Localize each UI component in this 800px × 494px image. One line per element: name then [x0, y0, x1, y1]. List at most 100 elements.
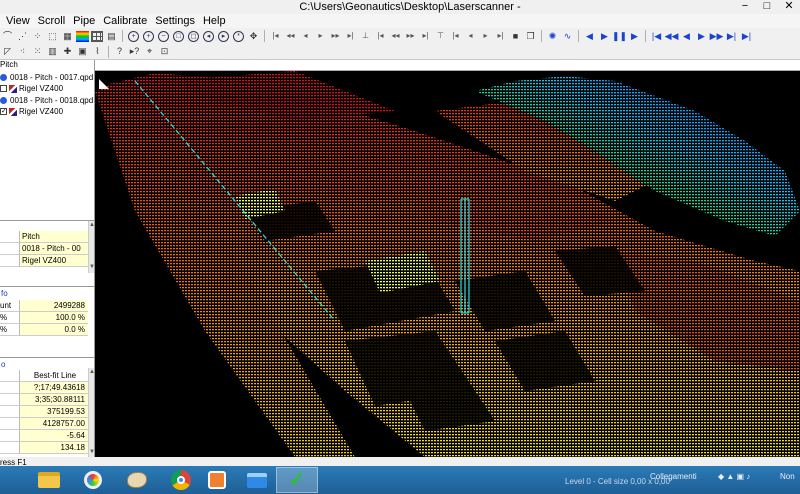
point-cloud-canvas[interactable] [95, 71, 800, 457]
info-header: fo [1, 289, 8, 298]
taskbar-validator[interactable]: ✓ [276, 467, 318, 493]
prev-line-icon[interactable]: ◂ [464, 30, 477, 43]
last-line-icon[interactable]: ▸| [494, 30, 507, 43]
cell-size-info: Level 0 - Cell size 0,00 x 0,00 [565, 477, 670, 486]
skip-back-icon[interactable]: ◀◀ [665, 30, 679, 43]
tree-item-label: Rigel VZ400 [19, 84, 64, 93]
play-forward-icon[interactable]: ▶ [598, 30, 611, 43]
fill-icon[interactable]: ▦ [61, 30, 74, 43]
close-button[interactable]: ✕ [778, 0, 800, 14]
vertical-section-icon[interactable]: ⊤ [434, 30, 447, 43]
skip-prev-icon[interactable]: ◀ [680, 30, 693, 43]
language-indicator[interactable]: Non [780, 472, 795, 481]
maximize-button[interactable]: □ [756, 0, 778, 14]
zoom-icon[interactable]: + [128, 30, 139, 42]
measure-icon[interactable]: ⋰ [16, 30, 29, 43]
adjust-icon[interactable]: ✚ [61, 45, 74, 58]
region-icon[interactable]: ⊡ [158, 45, 171, 58]
zoom-window-icon[interactable]: □ [173, 30, 184, 42]
longitude-value: 3;35;30.88111 [20, 394, 88, 406]
last-scan-icon[interactable]: ▸| [344, 30, 357, 43]
props-scanner-value[interactable]: Rigel VZ400 [20, 255, 88, 267]
polyline-icon[interactable]: ⌒ [1, 30, 14, 43]
crosshair-icon[interactable]: ⌖ [143, 45, 156, 58]
taskbar-paint[interactable] [116, 467, 158, 493]
app-icon [208, 471, 226, 489]
first-scan-icon[interactable]: |◂ [269, 30, 282, 43]
selection-icon[interactable]: ⬚ [46, 30, 59, 43]
line-graph-icon[interactable]: ∿ [561, 30, 574, 43]
menu-help[interactable]: Help [199, 14, 230, 28]
rewind-icon[interactable]: ◂◂ [284, 30, 297, 43]
skip-next-icon[interactable]: ▶ [695, 30, 708, 43]
taskbar-explorer[interactable] [28, 467, 70, 493]
prev-scan-icon[interactable]: ◂ [299, 30, 312, 43]
skip-forward-icon[interactable]: ▶▶ [710, 30, 724, 43]
zoom-previous-icon[interactable]: ◂ [203, 30, 214, 42]
elevation-value: -5.64 [20, 430, 88, 442]
next-scan-icon[interactable]: ▸▸ [329, 30, 342, 43]
forward-2-icon[interactable]: ▸▸ [404, 30, 417, 43]
point-cloud-viewport[interactable] [95, 71, 800, 457]
tree-item-label: Rigel VZ400 [19, 107, 64, 116]
tree-item-dataset-0017[interactable]: 0018 - Pitch - 0017.qpd [0, 72, 93, 83]
play-icon[interactable]: ▸ [314, 30, 327, 43]
props-type-value[interactable]: Pitch [20, 231, 88, 243]
frame-icon[interactable]: ▣ [76, 45, 89, 58]
taskbar-app-5[interactable] [196, 467, 238, 493]
tree-item-scanner-0017[interactable]: Rigel VZ400 [0, 83, 63, 94]
stop-icon[interactable]: ■ [509, 30, 522, 43]
network-icon[interactable]: ✺ [546, 30, 559, 43]
first-line-icon[interactable]: |◂ [449, 30, 462, 43]
step-forward-icon[interactable]: ▸| [419, 30, 432, 43]
menu-calibrate[interactable]: Calibrate [99, 14, 151, 28]
step-back-icon[interactable]: |◂ [374, 30, 387, 43]
tree-item-scanner-0018[interactable]: ✓ Rigel VZ400 [0, 106, 63, 117]
menu-view[interactable]: View [0, 14, 34, 28]
skip-end-icon[interactable]: ▶| [740, 30, 753, 43]
scatter-icon[interactable]: ⁖ [16, 45, 29, 58]
visibility-checkbox[interactable] [0, 85, 7, 92]
tree-item-dataset-0018[interactable]: 0018 - Pitch - 0018.qpd [0, 95, 93, 106]
menu-settings[interactable]: Settings [151, 14, 199, 28]
taskbar-app-6[interactable] [236, 467, 278, 493]
zoom-all-icon[interactable]: * [233, 30, 244, 42]
grid-icon[interactable] [91, 30, 103, 42]
profile-icon[interactable]: ⊥ [359, 30, 372, 43]
menu-pipe[interactable]: Pipe [69, 14, 99, 28]
next-line-icon[interactable]: ▸ [479, 30, 492, 43]
pause-icon[interactable]: ❚❚ [612, 30, 627, 43]
zoom-extents-icon[interactable]: ◻ [188, 30, 199, 42]
minimize-button[interactable]: − [734, 0, 756, 14]
props-row: Rigel VZ400 [0, 255, 88, 267]
tray-icons[interactable]: ◆ ▲ ▣ ♪ [718, 472, 750, 481]
best-fit-scrollbar[interactable]: ▲ ▼ [88, 368, 94, 457]
context-help-icon[interactable]: ▸? [128, 45, 141, 58]
skip-last-icon[interactable]: ▶| [725, 30, 738, 43]
pan-icon[interactable]: ✥ [247, 30, 260, 43]
zoom-out-icon[interactable]: − [158, 30, 169, 42]
zoom-next-icon[interactable]: ▸ [218, 30, 229, 42]
lock-icon[interactable]: ▥ [46, 45, 59, 58]
select-points-icon[interactable]: ⁙ [31, 45, 44, 58]
curve-icon[interactable]: ⌇ [91, 45, 104, 58]
help-icon[interactable]: ? [113, 45, 126, 58]
visibility-checkbox-checked[interactable]: ✓ [0, 108, 7, 115]
points-icon[interactable]: ⁘ [31, 30, 44, 43]
chrome-icon [171, 470, 191, 490]
zoom-in-icon[interactable]: + [143, 30, 154, 42]
slope-icon[interactable]: ◸ [1, 45, 14, 58]
project-panel: Pitch 0018 - Pitch - 0017.qpd Rigel VZ40… [0, 60, 95, 457]
play-forward-2-icon[interactable]: ▶ [628, 30, 641, 43]
props-file-value[interactable]: 0018 - Pitch - 00 [20, 243, 88, 255]
table-icon[interactable]: ▤ [105, 30, 118, 43]
menu-bar: View Scroll Pipe Calibrate Settings Help [0, 14, 800, 28]
menu-scroll[interactable]: Scroll [34, 14, 70, 28]
skip-first-icon[interactable]: |◀ [650, 30, 663, 43]
color-scale-icon[interactable] [76, 30, 89, 42]
copy-icon[interactable]: ❐ [524, 30, 537, 43]
taskbar-app-2[interactable] [72, 467, 114, 493]
play-back-icon[interactable]: ◀ [583, 30, 596, 43]
rewind-2-icon[interactable]: ◂◂ [389, 30, 402, 43]
props-scrollbar[interactable]: ▲ ▼ [88, 221, 94, 273]
